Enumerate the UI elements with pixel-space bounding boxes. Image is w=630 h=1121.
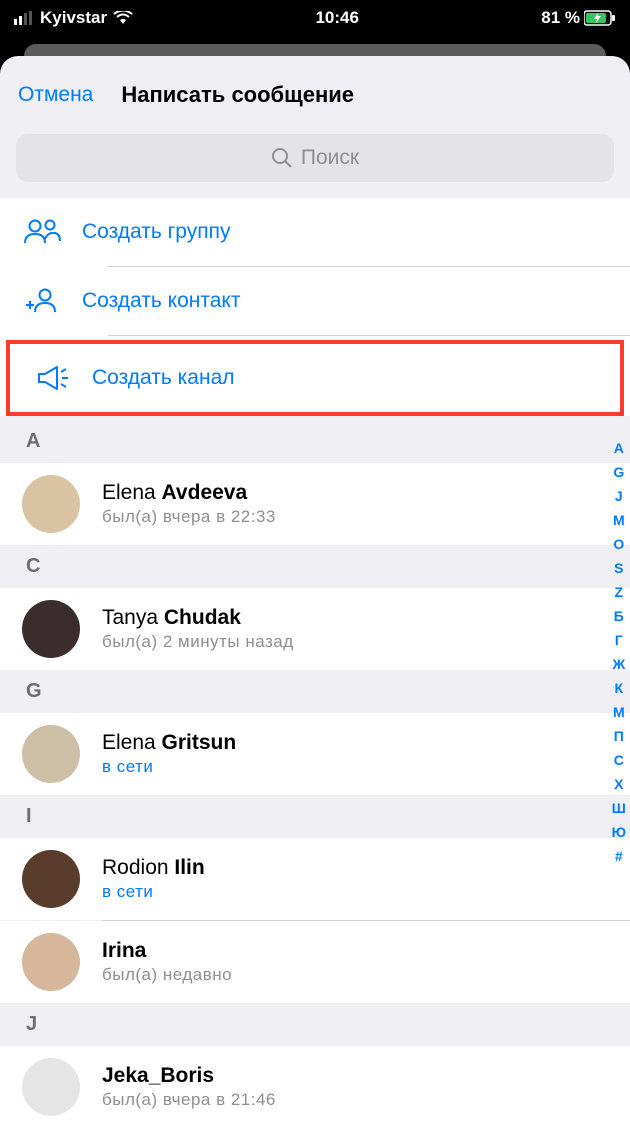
section-header: G bbox=[0, 670, 630, 713]
avatar bbox=[22, 725, 80, 783]
index-letter[interactable]: M bbox=[613, 508, 625, 532]
search-placeholder: Поиск bbox=[301, 146, 359, 170]
search-input[interactable]: Поиск bbox=[16, 134, 614, 182]
status-bar: Kyivstar 10:46 81 % bbox=[0, 0, 630, 36]
index-letter[interactable]: Г bbox=[615, 628, 623, 652]
contact-status: был(а) 2 минуты назад bbox=[102, 632, 294, 652]
contact-row[interactable]: Tanya Chudakбыл(а) 2 минуты назад bbox=[0, 588, 630, 670]
create-channel-label: Создать канал bbox=[92, 366, 235, 390]
contact-row[interactable]: Jeka_Borisбыл(а) вчера в 21:46 bbox=[0, 1046, 630, 1121]
alphabet-index[interactable]: AGJMOSZБГЖКМПСХШЮ# bbox=[612, 436, 626, 868]
contact-status: в сети bbox=[102, 757, 236, 777]
wifi-icon bbox=[113, 11, 133, 25]
index-letter[interactable]: J bbox=[615, 484, 623, 508]
create-contact-row[interactable]: Создать контакт bbox=[0, 267, 630, 335]
highlight-box: Создать канал bbox=[6, 340, 624, 416]
section-header: I bbox=[0, 795, 630, 838]
avatar bbox=[22, 933, 80, 991]
contact-name: Elena Gritsun bbox=[102, 731, 236, 755]
section-header: C bbox=[0, 545, 630, 588]
avatar bbox=[22, 475, 80, 533]
contact-name: Irina bbox=[102, 939, 232, 963]
contact-row[interactable]: Elena Avdeevaбыл(а) вчера в 22:33 bbox=[0, 463, 630, 545]
status-time: 10:46 bbox=[315, 8, 358, 28]
index-letter[interactable]: Z bbox=[615, 580, 624, 604]
index-letter[interactable]: G bbox=[613, 460, 624, 484]
modal-title: Написать сообщение bbox=[121, 82, 612, 108]
modal-sheet: Отмена Написать сообщение Поиск Создать … bbox=[0, 56, 630, 1121]
contact-status: был(а) недавно bbox=[102, 965, 232, 985]
index-letter[interactable]: М bbox=[613, 700, 625, 724]
add-contact-icon bbox=[22, 286, 82, 316]
contact-row[interactable]: Elena Gritsunв сети bbox=[0, 713, 630, 795]
megaphone-icon bbox=[32, 363, 92, 393]
index-letter[interactable]: O bbox=[613, 532, 624, 556]
contact-status: был(а) вчера в 22:33 bbox=[102, 507, 276, 527]
group-icon bbox=[22, 217, 82, 247]
contact-name: Jeka_Boris bbox=[102, 1064, 276, 1088]
contact-name: Elena Avdeeva bbox=[102, 481, 276, 505]
index-letter[interactable]: # bbox=[615, 844, 623, 868]
create-group-label: Создать группу bbox=[82, 220, 231, 244]
modal-header: Отмена Написать сообщение bbox=[0, 56, 630, 134]
cancel-button[interactable]: Отмена bbox=[18, 83, 93, 107]
avatar bbox=[22, 600, 80, 658]
create-group-row[interactable]: Создать группу bbox=[0, 198, 630, 266]
index-letter[interactable]: S bbox=[614, 556, 623, 580]
battery-icon bbox=[584, 10, 616, 26]
index-letter[interactable]: Ю bbox=[612, 820, 626, 844]
index-letter[interactable]: К bbox=[615, 676, 624, 700]
index-letter[interactable]: Б bbox=[614, 604, 624, 628]
contact-row[interactable]: Rodion Ilinв сети bbox=[0, 838, 630, 920]
index-letter[interactable]: A bbox=[614, 436, 624, 460]
index-letter[interactable]: С bbox=[614, 748, 624, 772]
index-letter[interactable]: Ш bbox=[612, 796, 626, 820]
signal-icon bbox=[14, 11, 34, 25]
create-channel-row[interactable]: Создать канал bbox=[10, 344, 620, 412]
battery-percent: 81 % bbox=[541, 8, 580, 28]
index-letter[interactable]: Х bbox=[614, 772, 623, 796]
contact-status: был(а) вчера в 21:46 bbox=[102, 1090, 276, 1110]
section-header: J bbox=[0, 1003, 630, 1046]
contact-status: в сети bbox=[102, 882, 205, 902]
index-letter[interactable]: П bbox=[614, 724, 624, 748]
section-header: A bbox=[0, 420, 630, 463]
avatar bbox=[22, 850, 80, 908]
carrier-label: Kyivstar bbox=[40, 8, 107, 28]
index-letter[interactable]: Ж bbox=[612, 652, 625, 676]
contact-name: Tanya Chudak bbox=[102, 606, 294, 630]
create-contact-label: Создать контакт bbox=[82, 289, 240, 313]
search-icon bbox=[271, 147, 293, 169]
contact-row[interactable]: Irinaбыл(а) недавно bbox=[0, 921, 630, 1003]
contact-name: Rodion Ilin bbox=[102, 856, 205, 880]
avatar bbox=[22, 1058, 80, 1116]
